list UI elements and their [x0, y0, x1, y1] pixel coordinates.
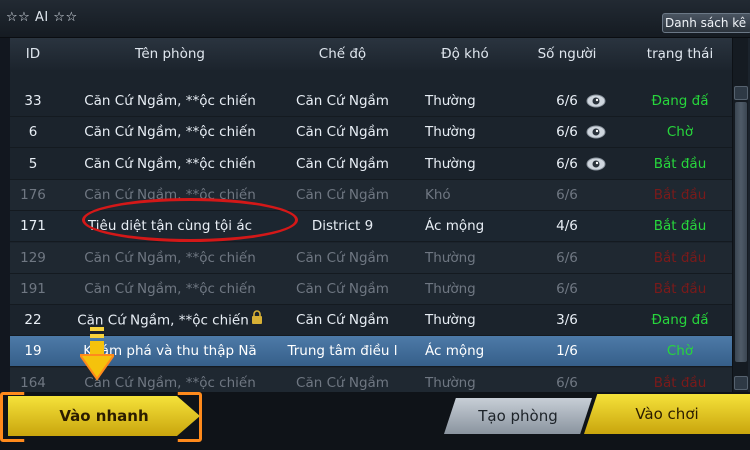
room-difficulty: Thường — [425, 93, 476, 109]
room-player-count: 3/6 — [556, 312, 578, 329]
room-mode: Căn Cứ Ngầm — [296, 280, 389, 297]
room-id: 176 — [20, 186, 46, 203]
room-id: 191 — [20, 280, 46, 297]
table-row[interactable]: 33 Căn Cứ Ngầm, **ộc chiến Căn Cứ Ngầm Thườ… — [10, 86, 734, 117]
scroll-thumb[interactable] — [735, 102, 747, 362]
column-header-players[interactable]: Số người — [530, 38, 604, 70]
room-difficulty: Ác mộng — [425, 343, 485, 360]
room-id: 19 — [24, 343, 42, 360]
room-mode: Căn Cứ Ngầm — [296, 155, 389, 172]
room-name: Căn Cứ Ngầm, **ộc chiến — [84, 124, 256, 141]
table-row[interactable]: 129 Căn Cứ Ngầm, **ộc chiến Căn Cứ Ngầm Thư… — [10, 242, 734, 274]
room-status: Chờ — [666, 343, 694, 360]
quick-join-button[interactable]: Vào nhanh — [8, 396, 200, 436]
room-name: Căn Cứ Ngầm, **ộc chiến — [84, 249, 256, 266]
room-player-count: 6/6 — [556, 249, 578, 266]
room-id: 5 — [28, 155, 38, 172]
column-header-name[interactable]: Tên phòng — [70, 38, 270, 70]
table-row[interactable]: 19 Khám phá và thu thập Nă Trung tâm điều … — [10, 336, 734, 368]
room-player-count: 4/6 — [556, 218, 578, 235]
room-mode: Căn Cứ Ngầm — [296, 186, 389, 203]
column-header-status[interactable]: trạng thái — [630, 38, 730, 70]
room-difficulty: Thường — [425, 155, 476, 172]
room-mode: Căn Cứ Ngầm — [296, 312, 389, 329]
room-difficulty: Thường — [425, 280, 476, 297]
room-status: Bắt đầu — [653, 155, 707, 172]
room-status: Bắt đầu — [653, 218, 707, 235]
room-id: 129 — [20, 249, 46, 266]
room-mode: Căn Cứ Ngầm — [296, 249, 389, 266]
room-mode: District 9 — [311, 218, 374, 235]
room-difficulty: Ác mộng — [425, 218, 485, 235]
down-arrow-icon — [80, 327, 114, 381]
lock-icon — [251, 305, 263, 336]
top-bar: ☆☆ AI ☆☆ Danh sách kê — [0, 0, 750, 38]
room-difficulty: Thường — [425, 124, 476, 141]
spectate-eye-icon[interactable] — [585, 149, 607, 180]
room-id: 22 — [24, 312, 42, 329]
table-row[interactable]: 22 Căn Cứ Ngầm, **ộc chiến Căn Cứ Ngầm Thườ… — [10, 305, 734, 337]
bottom-bar: Vào nhanh Tạo phòng Vào chơi — [0, 392, 750, 450]
column-header-difficulty[interactable]: Độ khó — [415, 38, 515, 70]
highlight-ellipse — [82, 198, 298, 242]
room-status: Bắt đầu — [653, 186, 707, 203]
room-id: 171 — [20, 218, 46, 235]
room-status: Đang đấ — [651, 93, 709, 109]
room-name: Căn Cứ Ngầm, **ộc chiến — [84, 155, 256, 172]
room-mode: Căn Cứ Ngầm — [296, 93, 389, 109]
room-mode: Trung tâm điều l — [287, 343, 398, 360]
room-difficulty: Khó — [425, 186, 451, 203]
table-row[interactable]: 6 Căn Cứ Ngầm, **ộc chiến Căn Cứ Ngầm Thườn… — [10, 117, 734, 149]
column-header-id[interactable]: ID — [10, 38, 56, 70]
spectate-eye-icon[interactable] — [585, 117, 607, 148]
list-tab[interactable]: Danh sách kê — [662, 13, 750, 33]
room-status: Đang đấ — [651, 312, 709, 329]
column-header-mode[interactable]: Chế độ — [280, 38, 405, 70]
table-header: ID Tên phòng Chế độ Độ khó Số người trạn… — [10, 38, 734, 70]
room-difficulty: Thường — [425, 312, 476, 329]
room-name: Căn Cứ Ngầm, **ộc chiến — [84, 93, 256, 109]
room-player-count: 6/6 — [556, 186, 578, 203]
scroll-down-button[interactable] — [734, 376, 748, 390]
room-id: 33 — [24, 93, 42, 109]
room-difficulty: Thường — [425, 249, 476, 266]
room-id: 6 — [28, 124, 38, 141]
room-name: Căn Cứ Ngầm, **ộc chiến — [84, 280, 256, 297]
room-mode: Căn Cứ Ngầm — [296, 124, 389, 141]
spectate-eye-icon[interactable] — [585, 86, 607, 117]
table-row[interactable]: 191 Căn Cứ Ngầm, **ộc chiến Căn Cứ Ngầm Thư… — [10, 273, 734, 305]
room-status: Chờ — [666, 124, 694, 141]
room-table: 33 Căn Cứ Ngầm, **ộc chiến Căn Cứ Ngầm Thườ… — [10, 86, 734, 399]
scroll-up-button[interactable] — [734, 86, 748, 100]
create-room-button[interactable]: Tạo phòng — [444, 398, 592, 434]
table-row[interactable]: 5 Căn Cứ Ngầm, **ộc chiến Căn Cứ Ngầm Thườn… — [10, 148, 734, 180]
play-button[interactable]: Vào chơi — [584, 394, 750, 434]
room-status: Bắt đầu — [653, 280, 707, 297]
scrollbar[interactable] — [732, 38, 748, 398]
room-title: ☆☆ AI ☆☆ — [6, 10, 78, 25]
room-player-count: 6/6 — [556, 280, 578, 297]
room-status: Bắt đầu — [653, 249, 707, 266]
room-player-count: 1/6 — [556, 343, 578, 360]
